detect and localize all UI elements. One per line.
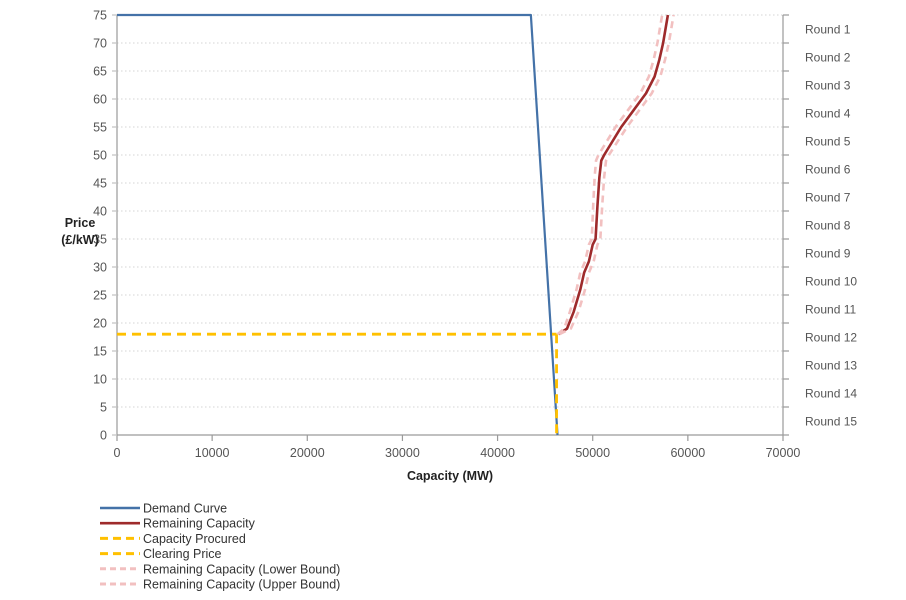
legend-label: Remaining Capacity (Upper Bound) <box>143 578 340 592</box>
series-line-remaining-capacity-lower-bound <box>556 14 664 336</box>
round-label: Round 5 <box>805 135 851 149</box>
round-label: Round 3 <box>805 79 851 93</box>
series-layer <box>117 13 675 436</box>
round-label: Round 7 <box>805 191 851 205</box>
y-tick-label: 20 <box>93 317 107 331</box>
chart-canvas: 051015202530354045505560657075 0 10000 200… <box>61 9 857 592</box>
series-line-demand-curve <box>117 13 559 436</box>
secondary-axis-rounds: Round 1 Round 2 Round 3 Round 4 Round 5 Round… <box>112 14 857 436</box>
y-axis-title-line1: Price <box>65 216 96 230</box>
round-label: Round 4 <box>805 107 851 121</box>
legend-label: Demand Curve <box>143 502 227 516</box>
chart-legend: Demand CurveRemaining CapacityCapacity P… <box>100 502 340 592</box>
y-tick-label: 55 <box>93 121 107 135</box>
legend-label: Remaining Capacity (Lower Bound) <box>143 562 340 576</box>
x-tick-label: 40000 <box>480 446 515 460</box>
x-tick-label: 20000 <box>290 446 325 460</box>
round-label: Round 15 <box>805 415 857 429</box>
round-label: Round 9 <box>805 247 851 261</box>
capacity-auction-chart: 0 5 10 15 20 25 30 35 40 45 50 55 60 65 70 75 0 10000 200… <box>0 0 906 600</box>
x-tick-label: 50000 <box>575 446 610 460</box>
round-label: Round 12 <box>805 331 857 345</box>
axes-layer <box>116 15 784 436</box>
y-tick-label: 25 <box>93 289 107 303</box>
x-tick-label: 70000 <box>766 446 801 460</box>
axis-titles: Capacity (MW) Price (£/kW) <box>61 216 493 483</box>
round-label: Round 1 <box>805 23 851 37</box>
y-tick-label: 50 <box>93 149 107 163</box>
x-tick-label: 0 <box>114 446 121 460</box>
y-axis-title-line2: (£/kW) <box>61 233 99 247</box>
y-tick-label: 75 <box>93 9 107 23</box>
x-axis-ticks: 0 10000 20000 30000 40000 50000 60000 70000 <box>114 435 801 460</box>
round-label: Round 10 <box>805 275 857 289</box>
y-tick-label: 0 <box>100 429 107 443</box>
y-axis-ticks: 051015202530354045505560657075 <box>93 9 117 443</box>
y-tick-label: 30 <box>93 261 107 275</box>
y-tick-label: 70 <box>93 37 107 51</box>
y-tick-label: 60 <box>93 93 107 107</box>
round-label: Round 13 <box>805 359 857 373</box>
y-tick-label: 45 <box>93 177 107 191</box>
round-label: Round 2 <box>805 51 851 65</box>
legend-label: Clearing Price <box>143 547 222 561</box>
y-tick-label: 5 <box>100 401 107 415</box>
round-label: Round 8 <box>805 219 851 233</box>
x-tick-label: 30000 <box>385 446 420 460</box>
round-label: Round 11 <box>805 303 856 317</box>
round-label: Round 14 <box>805 387 857 401</box>
y-tick-label: 15 <box>93 345 107 359</box>
gridlines-layer <box>117 14 783 408</box>
x-tick-label: 60000 <box>670 446 705 460</box>
legend-label: Remaining Capacity <box>143 517 256 531</box>
legend-label: Capacity Procured <box>143 532 246 546</box>
x-tick-label: 10000 <box>195 446 230 460</box>
x-axis-title: Capacity (MW) <box>407 469 493 483</box>
y-tick-label: 65 <box>93 65 107 79</box>
y-tick-label: 10 <box>93 373 107 387</box>
round-label: Round 6 <box>805 163 851 177</box>
